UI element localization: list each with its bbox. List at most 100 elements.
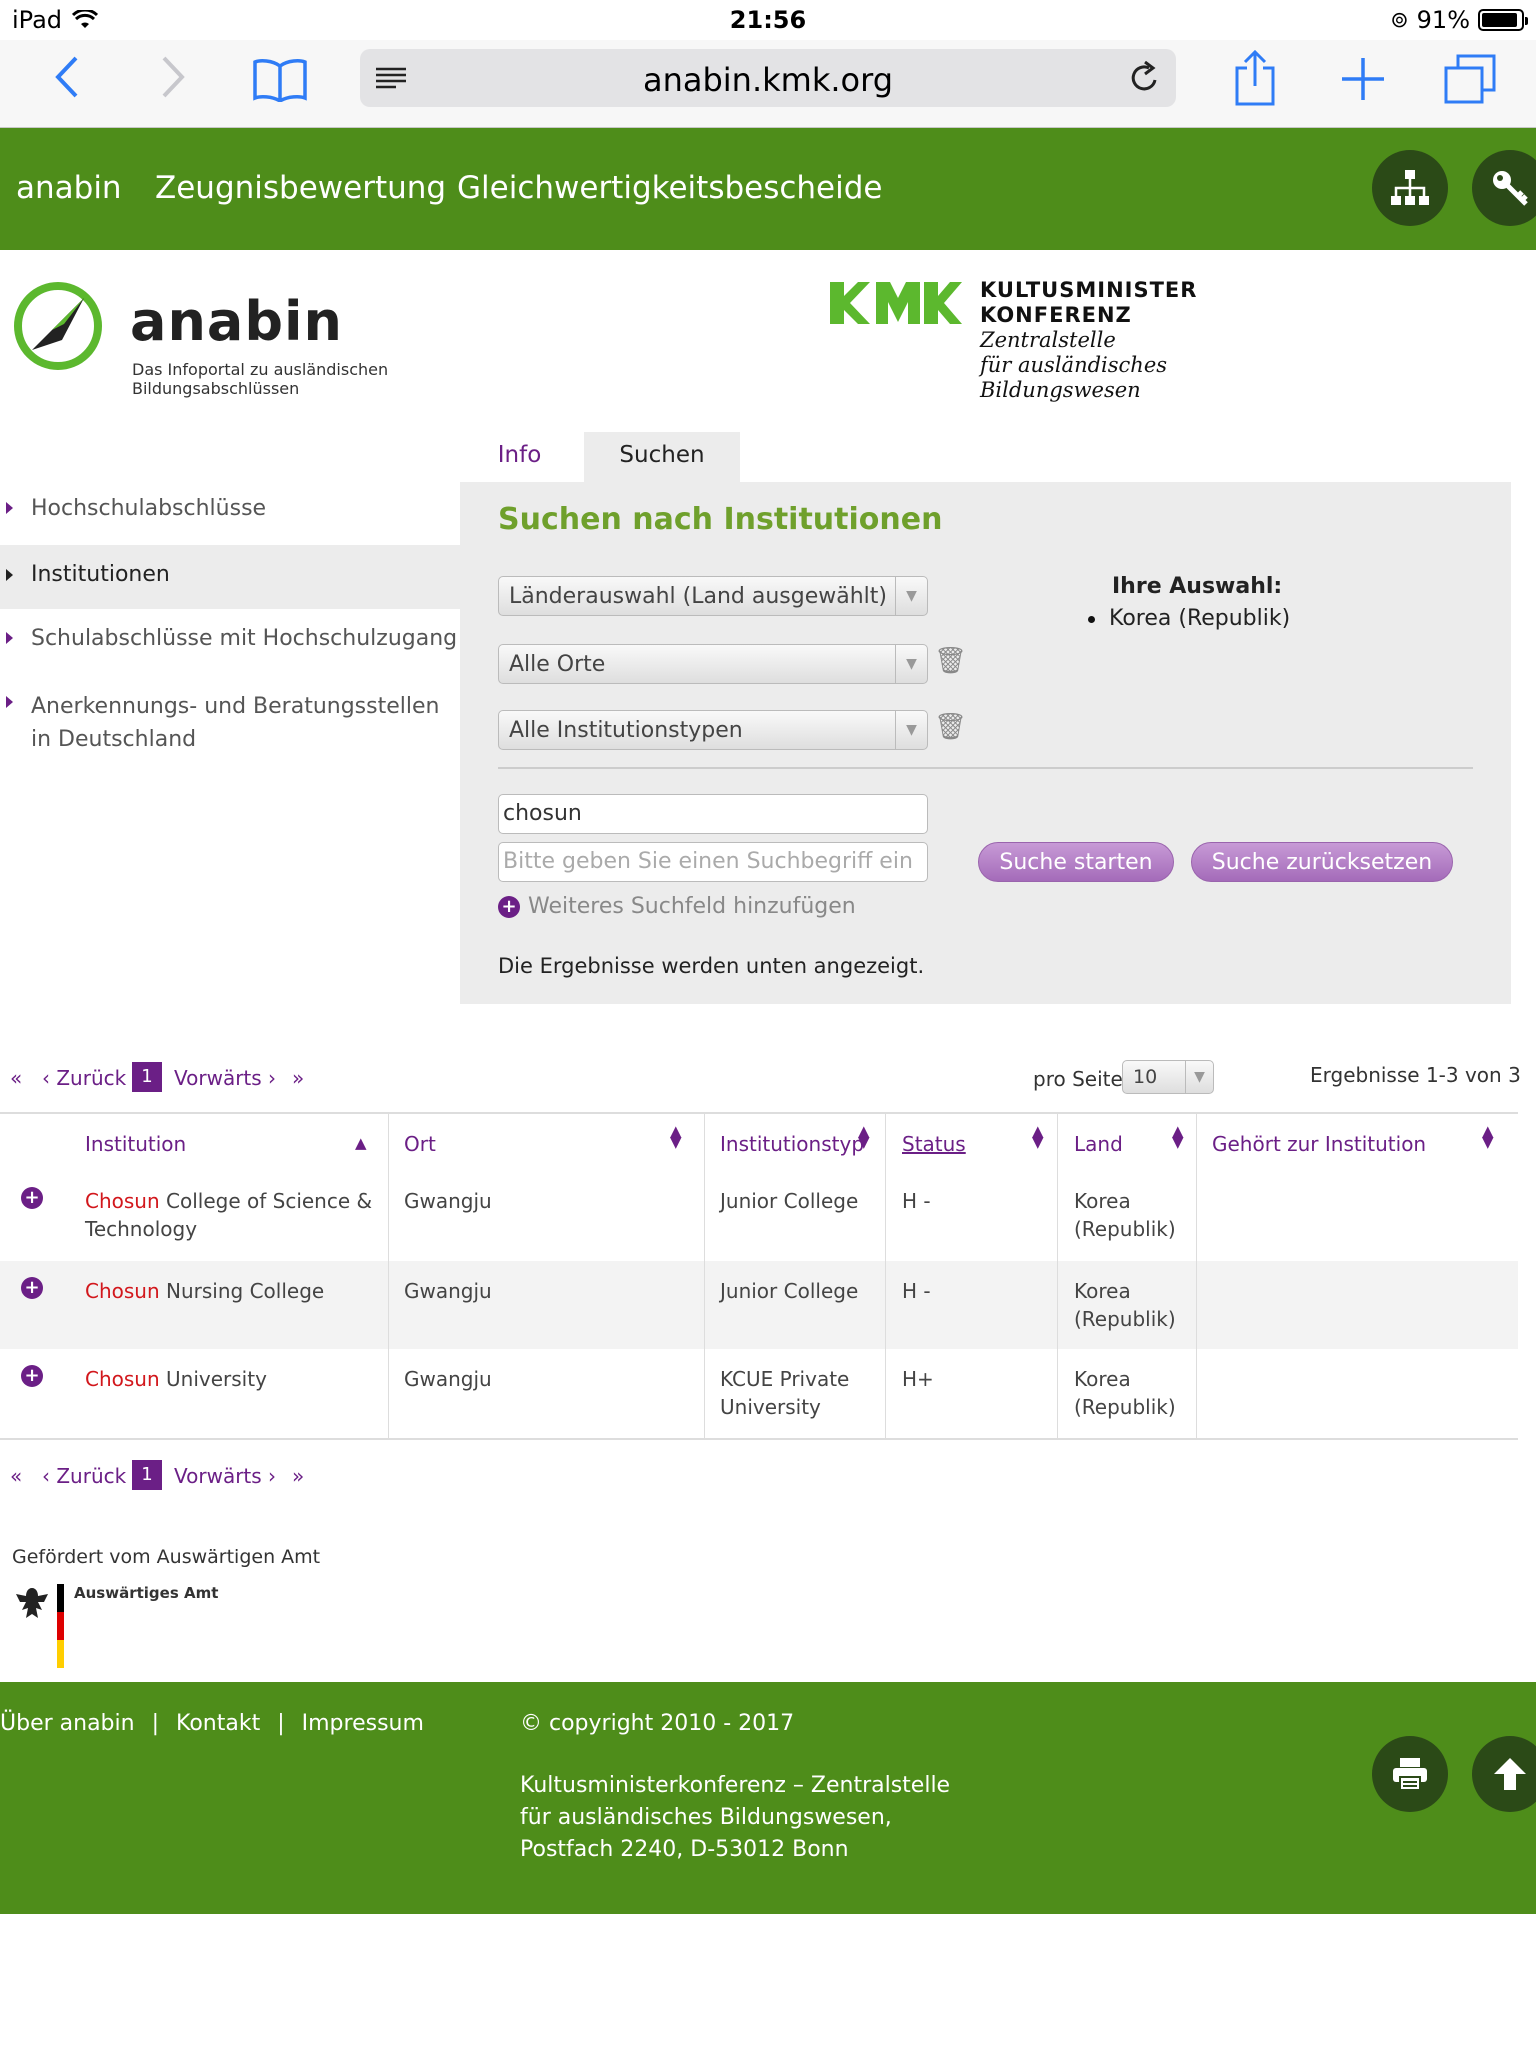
sidebar-item-label: Schulabschlüsse mit Hochschulzugang (31, 626, 458, 651)
plus-circle-icon: + (498, 895, 520, 918)
search-term-input-2[interactable]: Bitte geben Sie einen Suchbegriff ein (498, 842, 928, 882)
search-reset-button[interactable]: Suche zurücksetzen (1191, 842, 1453, 882)
cell-institution[interactable]: Chosun University (85, 1365, 375, 1393)
sort-both-icon[interactable]: ▲ ▼ (1032, 1124, 1044, 1150)
cell-land: Korea (Republik) (1074, 1365, 1176, 1421)
search-term-input-1[interactable]: chosun (498, 794, 928, 834)
typ-line2: University (720, 1395, 821, 1419)
table-header: Institution ▲ Ort ▲ ▼ Institutionstyp ▲ ▼ … (0, 1112, 1518, 1169)
back-icon[interactable] (52, 54, 80, 107)
login-button[interactable] (1472, 150, 1536, 226)
pagination-current[interactable]: 1 (132, 1062, 162, 1092)
pagination-prev[interactable]: ‹ Zurück (42, 1464, 126, 1488)
pagination-first[interactable]: « (10, 1066, 22, 1090)
type-select[interactable]: Alle Institutionstypen ▼ (498, 710, 928, 750)
tab-suchen[interactable]: Suchen (584, 432, 740, 482)
anabin-logo-mark[interactable] (12, 280, 104, 376)
land-line1: Korea (1074, 1189, 1131, 1213)
per-page-select[interactable]: 10 ▼ (1122, 1060, 1214, 1094)
pagination-last[interactable]: » (292, 1464, 304, 1488)
address-line1: Kultusministerkonferenz – Zentralstelle (520, 1773, 951, 1798)
footer-link-kontakt[interactable]: Kontakt (176, 1711, 260, 1736)
kmk-line1: KULTUSMINISTER (980, 278, 1198, 302)
col-institution[interactable]: Institution (85, 1132, 186, 1156)
land-line1: Korea (1074, 1279, 1131, 1303)
sidebar-item-hochschulabschluesse[interactable]: Hochschulabschlüsse (0, 494, 460, 544)
footer-link-impressum[interactable]: Impressum (302, 1711, 424, 1736)
search-highlight: Chosun (85, 1367, 160, 1391)
print-button[interactable] (1372, 1736, 1448, 1812)
table-row: + Chosun Nursing College Gwangju Junior … (0, 1261, 1518, 1349)
forward-icon[interactable] (160, 54, 188, 107)
nav-zeugnisbewertung[interactable]: Zeugnisbewertung (155, 170, 446, 206)
expand-row-icon[interactable]: + (21, 1187, 43, 1209)
pagination-prev[interactable]: ‹ Zurück (42, 1066, 126, 1090)
cell-institution[interactable]: Chosun College of Science & Technology (85, 1187, 375, 1243)
pagination-first[interactable]: « (10, 1464, 22, 1488)
trash-icon[interactable]: 🗑 (934, 646, 967, 676)
add-search-field[interactable]: + Weiteres Suchfeld hinzufügen (498, 894, 856, 919)
eagle-icon (12, 1584, 52, 1628)
expand-row-icon[interactable]: + (21, 1365, 43, 1387)
brand-subtitle-line1: Das Infoportal zu ausländischen (132, 360, 389, 379)
column-divider (1057, 1112, 1058, 1439)
sidebar-item-schulabschluesse[interactable]: Schulabschlüsse mit Hochschulzugang (0, 624, 460, 674)
search-start-button[interactable]: Suche starten (978, 842, 1174, 882)
sidebar-item-label: Hochschulabschlüsse (31, 496, 267, 521)
footer-copyright: © copyright 2010 - 2017 (520, 1711, 795, 1736)
sort-asc-icon[interactable]: ▲ (355, 1134, 367, 1152)
typ-line1: Junior College (720, 1189, 859, 1213)
table-bottom-border (0, 1438, 1518, 1440)
footer-link-ueber[interactable]: Über anabin (0, 1711, 135, 1736)
sidebar-item-institutionen[interactable]: Institutionen (0, 545, 460, 609)
auswaertiges-amt-logo: Auswärtiges Amt (74, 1584, 219, 1602)
scroll-top-button[interactable] (1472, 1736, 1536, 1812)
sort-both-icon[interactable]: ▲ ▼ (1482, 1124, 1494, 1150)
place-select-value: Alle Orte (509, 652, 606, 677)
footer-address: Kultusministerkonferenz – Zentralstelle … (520, 1770, 950, 1866)
tabs-overview-icon[interactable] (1444, 54, 1496, 108)
sort-both-icon[interactable]: ▲ ▼ (1172, 1124, 1184, 1150)
top-navigation: anabin Zeugnisbewertung Gleichwertigkeit… (0, 128, 1536, 250)
col-gehoert[interactable]: Gehört zur Institution (1212, 1132, 1426, 1156)
url-bar[interactable]: anabin.kmk.org (360, 49, 1176, 107)
col-ort[interactable]: Ort (404, 1132, 436, 1156)
pagination-next[interactable]: Vorwärts › (174, 1066, 276, 1090)
col-status[interactable]: Status (902, 1132, 966, 1156)
institution-name: College of Science & (159, 1189, 373, 1213)
pagination-last[interactable]: » (292, 1066, 304, 1090)
institution-name: Nursing College (159, 1279, 325, 1303)
tab-info[interactable]: Info (462, 432, 577, 482)
kmk-wordmark: KULTUSMINISTER KONFERENZ Zentralstelle f… (980, 278, 1197, 403)
place-select[interactable]: Alle Orte ▼ (498, 644, 928, 684)
brand-title: anabin (130, 290, 343, 353)
share-icon[interactable] (1234, 49, 1276, 110)
sort-both-icon[interactable]: ▲ ▼ (670, 1124, 682, 1150)
results-count: Ergebnisse 1-3 von 3 (1310, 1063, 1521, 1087)
brand-subtitle-line2: Bildungsabschlüssen (132, 379, 300, 398)
address-line2: für ausländisches Bildungswesen, (520, 1805, 892, 1830)
sidebar-item-anerkennungsstellen[interactable]: Anerkennungs- und Beratungsstellen in De… (0, 688, 460, 758)
new-tab-icon[interactable] (1340, 56, 1386, 106)
pagination-current[interactable]: 1 (132, 1460, 162, 1490)
clock: 21:56 (729, 6, 807, 34)
sort-both-icon[interactable]: ▲ ▼ (858, 1124, 870, 1150)
reload-icon[interactable] (1128, 60, 1160, 99)
expand-row-icon[interactable]: + (21, 1277, 43, 1299)
nav-anabin[interactable]: anabin (16, 170, 122, 206)
sitemap-button[interactable] (1372, 150, 1448, 226)
bookmarks-icon[interactable] (252, 58, 308, 106)
col-institutionstyp[interactable]: Institutionstyp (720, 1132, 864, 1156)
country-select-value: Länderauswahl (Land ausgewählt) (509, 584, 887, 609)
country-select[interactable]: Länderauswahl (Land ausgewählt) ▼ (498, 576, 928, 616)
cell-institution[interactable]: Chosun Nursing College (85, 1277, 375, 1305)
pagination-next[interactable]: Vorwärts › (174, 1464, 276, 1488)
trash-icon[interactable]: 🗑 (934, 712, 967, 742)
bullet-icon (6, 502, 13, 514)
col-land[interactable]: Land (1074, 1132, 1123, 1156)
footer-separator: | (151, 1711, 159, 1736)
battery-fill (1482, 13, 1517, 27)
nav-gleichwertigkeitsbescheide[interactable]: Gleichwertigkeitsbescheide (457, 170, 883, 206)
footer: Über anabin | Kontakt | Impressum © copy… (0, 1682, 1536, 1914)
cell-typ: Junior College (720, 1277, 858, 1305)
